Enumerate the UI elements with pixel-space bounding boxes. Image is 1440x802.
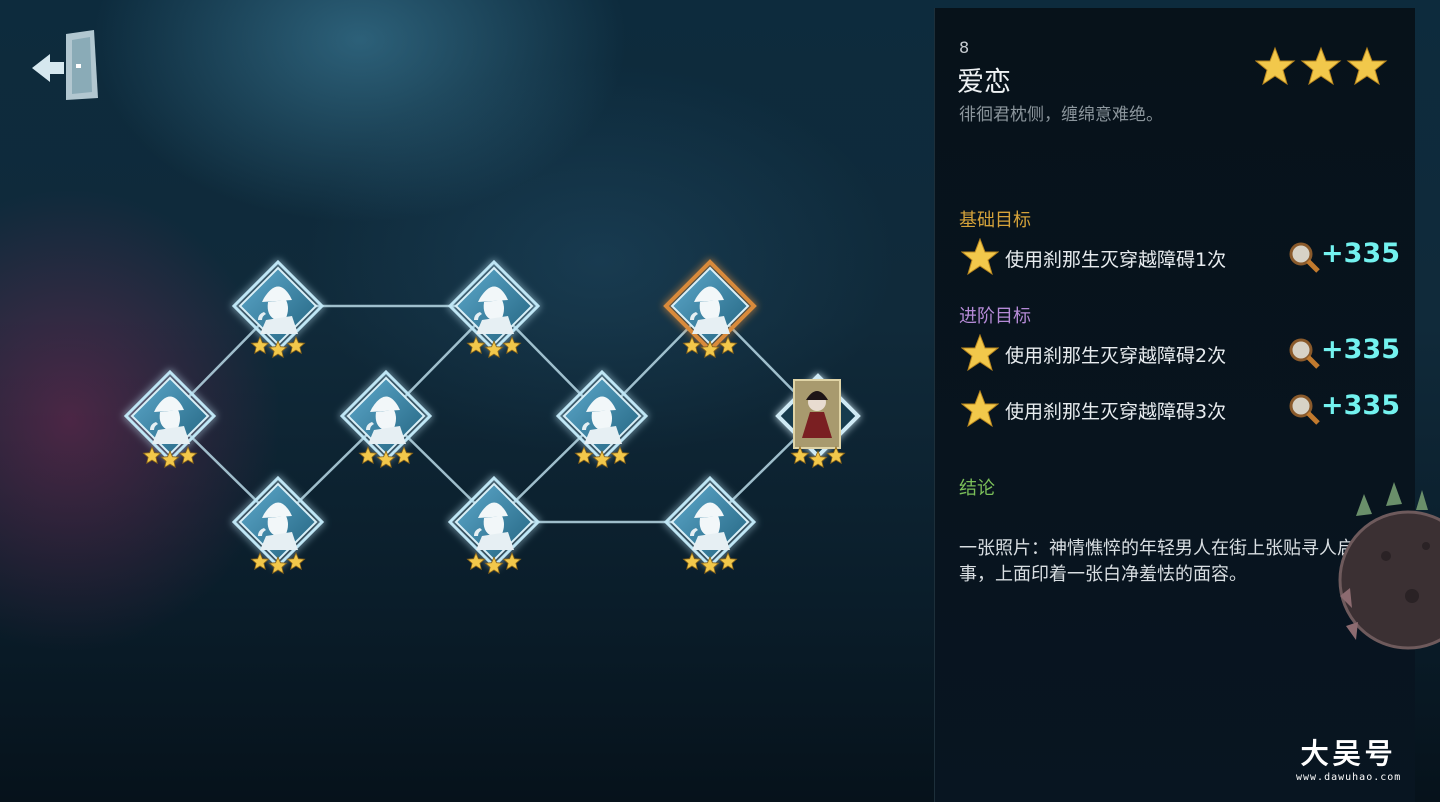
- level-subtitle: 徘徊君枕侧，缠绵意难绝。: [959, 105, 1163, 125]
- star-icon: [1254, 46, 1296, 86]
- goal-reward: +335: [1321, 334, 1400, 365]
- conclusion-heading: 结论: [959, 478, 995, 499]
- star-icon: [790, 445, 810, 465]
- star-icon: [1300, 46, 1342, 86]
- goal-row: 使用刹那生灭穿越障碍3次 +335: [961, 390, 1400, 430]
- star-icon: [1346, 46, 1388, 86]
- level-number: 8: [959, 38, 970, 57]
- earned-stars: [1254, 46, 1391, 94]
- watermark: 大吴号 www.dawuhao.com: [1296, 732, 1401, 783]
- basic-goal-heading: 基础目标: [959, 210, 1031, 231]
- planet-decoration-icon: [1338, 482, 1440, 650]
- level-map: [123, 259, 861, 575]
- watermark-url: www.dawuhao.com: [1296, 772, 1402, 783]
- star-icon: [961, 334, 999, 372]
- goal-text: 使用刹那生灭穿越障碍3次: [1005, 401, 1227, 423]
- advanced-goal-heading: 进阶目标: [959, 306, 1031, 327]
- star-icon: [826, 445, 846, 465]
- star-icon: [961, 238, 999, 276]
- level-node[interactable]: [231, 259, 325, 359]
- goal-row: 使用刹那生灭穿越障碍1次 +335: [961, 238, 1400, 278]
- magnifier-icon: [1289, 338, 1320, 369]
- magnifier-icon: [1289, 394, 1320, 425]
- character-portrait-icon: [793, 379, 841, 449]
- goal-text: 使用刹那生灭穿越障碍2次: [1005, 345, 1227, 367]
- star-icon: [808, 449, 828, 469]
- level-node[interactable]: [775, 373, 861, 469]
- level-node[interactable]: [447, 259, 541, 359]
- goal-text: 使用刹那生灭穿越障碍1次: [1005, 249, 1227, 271]
- goal-row: 使用刹那生灭穿越障碍2次 +335: [961, 334, 1400, 374]
- magnifier-icon: [1289, 242, 1320, 273]
- watermark-title: 大吴号: [1300, 737, 1397, 770]
- goal-reward: +335: [1321, 238, 1400, 269]
- level-detail-panel: 8 爱恋 徘徊君枕侧，缠绵意难绝。 基础目标 使用刹那生灭穿越障碍1次 +335…: [934, 8, 1415, 802]
- level-node[interactable]: [663, 259, 757, 359]
- goal-reward: +335: [1321, 390, 1400, 421]
- star-icon: [961, 390, 999, 428]
- level-title: 爱恋: [957, 67, 1011, 98]
